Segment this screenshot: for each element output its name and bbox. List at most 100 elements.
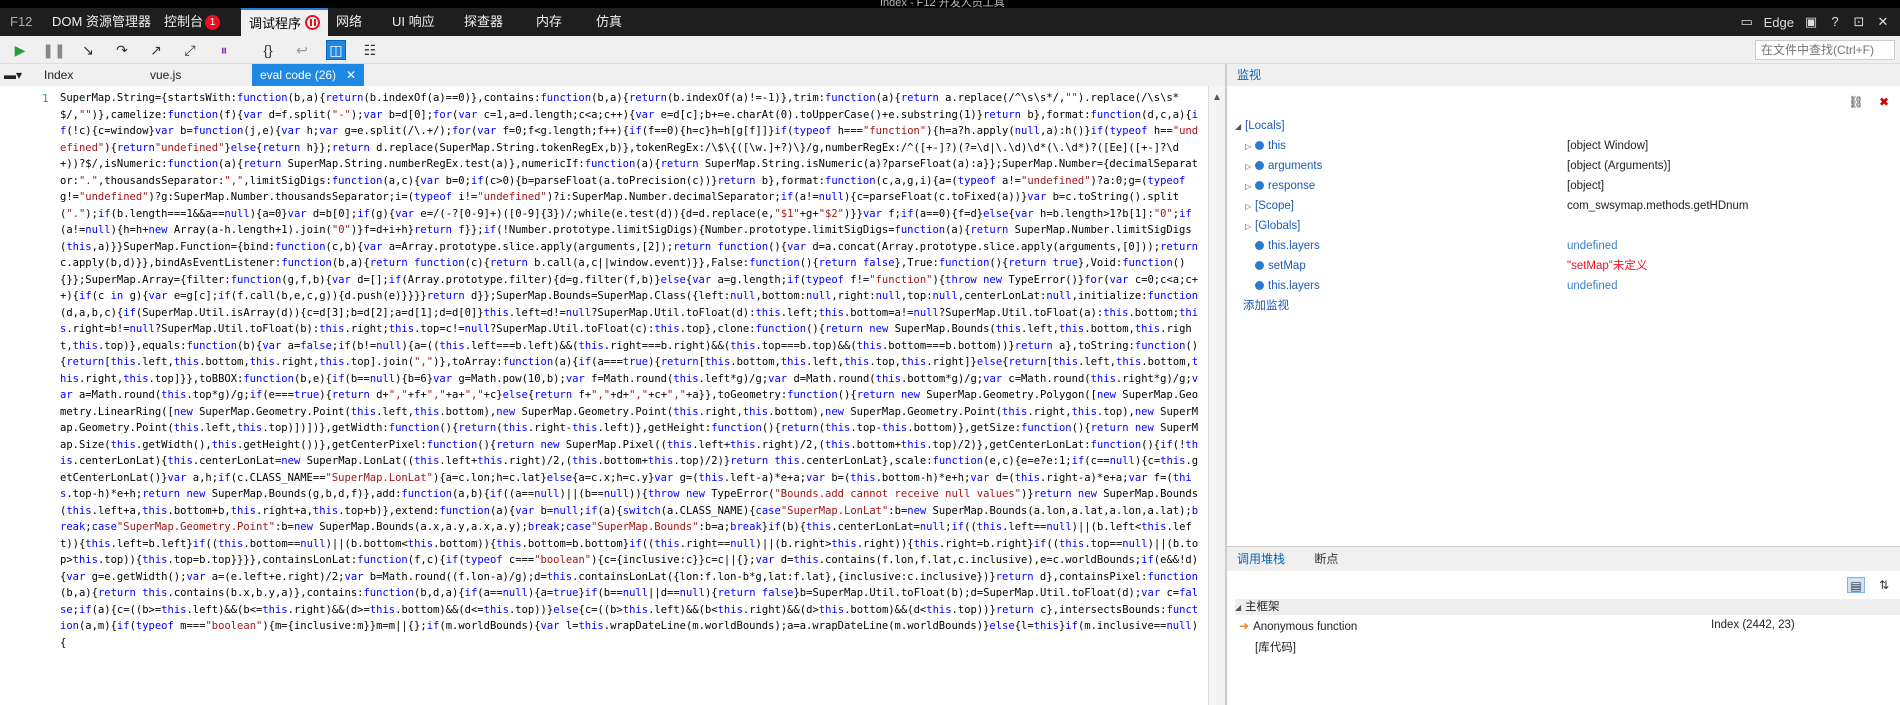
frame-header: ◢ 主框架 [1235, 599, 1900, 615]
object-icon [1255, 161, 1264, 170]
show-async-icon[interactable]: ⇅ [1875, 577, 1893, 593]
watch-row-arguments[interactable]: ▷ arguments [object (Arguments)] [1245, 156, 1895, 176]
watch-row-response[interactable]: ▷ response [object] [1245, 176, 1895, 196]
variable-name: [Globals] [1255, 220, 1301, 232]
frame-location: Index (2442, 23) [1711, 619, 1795, 631]
variable-value: [object (Arguments)] [1567, 160, 1671, 172]
watch-expression-row[interactable]: setMap "setMap"未定义 [1245, 256, 1895, 276]
tab-ui-responsiveness[interactable]: UI 响应 [392, 8, 435, 36]
variable-value: [object Window] [1567, 140, 1649, 152]
scroll-up-icon[interactable]: ▲ [1212, 92, 1222, 103]
watch-expression-row[interactable]: this.layers undefined [1245, 236, 1895, 256]
step-into-icon[interactable]: ↘ [78, 40, 98, 60]
watch-row-scope[interactable]: ▷ [Scope] com_swsymap.methods.getHDnum [1245, 196, 1895, 216]
file-tab-eval-code-label: eval code (26) [260, 68, 337, 82]
file-tab-index[interactable]: Index [44, 64, 73, 86]
tab-callstack[interactable]: 调用堆栈 [1237, 552, 1285, 566]
expand-icon: ▷ [1245, 142, 1252, 151]
file-tab-vue-js[interactable]: vue.js [150, 64, 181, 86]
pretty-print-icon[interactable]: {} [258, 40, 278, 60]
watch-row-globals[interactable]: ▷ [Globals] [1245, 216, 1895, 236]
watch-expression: this.layers [1268, 280, 1320, 292]
files-dropdown-icon[interactable]: ▬▾ [4, 64, 22, 86]
watch-panel-header: 监视 [1227, 64, 1900, 86]
tab-memory[interactable]: 内存 [536, 8, 562, 36]
watch-icon [1255, 241, 1264, 250]
frame-header-label: 主框架 [1245, 601, 1280, 613]
add-watch-link[interactable]: 添加监视 [1243, 296, 1289, 316]
watch-icon [1255, 261, 1264, 270]
f12-label: F12 [10, 14, 33, 29]
close-icon[interactable]: ✕ [1876, 15, 1890, 29]
locals-node[interactable]: ◢ [Locals] [1235, 116, 1285, 136]
source-maps-icon[interactable]: ☷ [360, 40, 380, 60]
paused-icon [305, 15, 321, 30]
variable-name: [Scope] [1255, 200, 1294, 212]
window-title: Index - F12 开发人员工具 [880, 0, 1005, 8]
expand-icon: ▷ [1245, 222, 1252, 231]
just-my-code-icon[interactable]: ◫ [326, 40, 346, 60]
tab-profiler[interactable]: 探查器 [464, 8, 503, 36]
line-gutter[interactable]: 1 [0, 86, 58, 705]
continue-icon[interactable]: ▶ [10, 40, 30, 60]
line-number: 1 [42, 92, 49, 105]
source-code[interactable]: SuperMap.String={startsWith:function(b,a… [60, 90, 1204, 651]
tab-network[interactable]: 网络 [336, 8, 362, 36]
file-tab-bar: ▬▾ Index vue.js eval code (26) ✕ [0, 64, 1225, 86]
help-icon[interactable]: ? [1828, 15, 1842, 29]
file-tab-eval-code[interactable]: eval code (26) ✕ [252, 64, 365, 86]
dock-icon[interactable]: ⊡ [1852, 15, 1866, 29]
watch-value: undefined [1567, 280, 1618, 292]
exception-behavior-icon[interactable]: ⏸ [214, 40, 234, 60]
window-titlebar: Index - F12 开发人员工具 [0, 0, 1900, 8]
collapse-icon: ◢ [1235, 603, 1242, 612]
watch-expression-row[interactable]: this.layers undefined [1245, 276, 1895, 296]
variable-name: this [1268, 140, 1286, 152]
watch-panel: 监视 ⛓ ✖ ◢ [Locals] ▷ this [object Window] ▷… [1227, 64, 1900, 542]
show-library-frames-icon[interactable]: ▤ [1847, 577, 1865, 593]
break-on-new-worker-icon[interactable]: ⤢ [180, 40, 200, 60]
tab-console-label: 控制台 [164, 14, 204, 29]
expand-icon: ▷ [1245, 182, 1252, 191]
target-monitor-icon[interactable]: ▭ [1740, 15, 1754, 29]
step-out-icon[interactable]: ↗ [146, 40, 166, 60]
add-watch-icon[interactable]: ⛓ [1847, 94, 1865, 110]
stack-frame[interactable]: ➜ Anonymous function Index (2442, 23) [1239, 619, 1894, 633]
frame-name: Anonymous function [1253, 621, 1358, 633]
expand-icon: ▷ [1245, 162, 1252, 171]
console-toggle-icon[interactable]: ▣ [1804, 15, 1818, 29]
code-editor[interactable]: 1 SuperMap.String={startsWith:function(b… [0, 86, 1208, 705]
object-icon [1255, 181, 1264, 190]
variable-name: arguments [1268, 160, 1323, 172]
tab-dom-explorer[interactable]: DOM 资源管理器 [52, 8, 151, 36]
delete-all-watches-icon[interactable]: ✖ [1875, 94, 1893, 110]
find-in-files-input[interactable] [1755, 40, 1895, 60]
callstack-panel: 调用堆栈 断点 ▤ ⇅ ◢ 主框架 ➜ Anonymous function Ind… [1227, 546, 1900, 705]
variable-value: com_swsymap.methods.getHDnum [1567, 200, 1749, 212]
break-icon[interactable]: ❚❚ [42, 40, 65, 60]
variable-value: [object] [1567, 180, 1605, 192]
object-icon [1255, 141, 1264, 150]
tab-console[interactable]: 控制台 1 [164, 8, 221, 36]
callstack-tabs: 调用堆栈 断点 [1227, 547, 1900, 571]
engine-label[interactable]: Edge [1764, 15, 1794, 30]
tab-breakpoints[interactable]: 断点 [1314, 552, 1338, 566]
locals-label: [Locals] [1245, 120, 1285, 132]
frame-name: [库代码] [1255, 642, 1296, 654]
expand-icon: ▷ [1245, 202, 1252, 211]
close-tab-icon[interactable]: ✕ [346, 68, 356, 82]
step-over-icon[interactable]: ↷ [112, 40, 132, 60]
word-wrap-icon[interactable]: ↩ [292, 40, 312, 60]
tab-debugger-label: 调试程序 [249, 16, 302, 31]
current-frame-arrow-icon: ➜ [1239, 619, 1250, 633]
stack-frame[interactable]: [库代码] [1255, 639, 1296, 655]
editor-scrollbar[interactable]: ▲ [1208, 86, 1225, 705]
tab-debugger[interactable]: 调试程序 [241, 8, 329, 36]
collapse-icon: ◢ [1235, 122, 1242, 131]
watch-row-this[interactable]: ▷ this [object Window] [1245, 136, 1895, 156]
tab-emulation[interactable]: 仿真 [596, 8, 622, 36]
watch-icon [1255, 281, 1264, 290]
devtools-tab-bar: F12 DOM 资源管理器 控制台 1 调试程序 网络 UI 响应 探查器 内存 … [0, 8, 1900, 36]
watch-expression: setMap [1268, 260, 1306, 272]
add-watch-label: 添加监视 [1243, 300, 1289, 312]
